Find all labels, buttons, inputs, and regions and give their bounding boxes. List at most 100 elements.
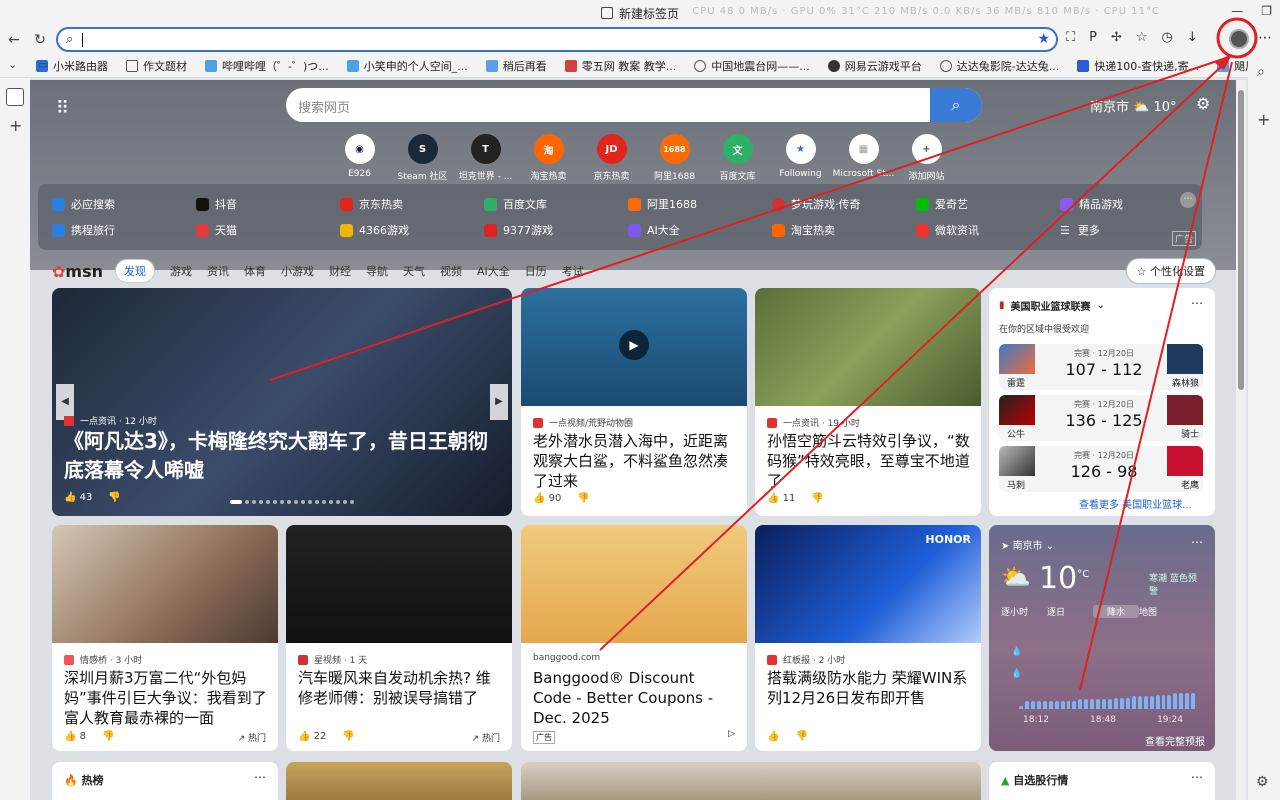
bookmark-9[interactable]: 快递100-查快递,寄... bbox=[1077, 58, 1199, 74]
link-tmall[interactable]: 天猫 bbox=[196, 222, 340, 238]
minimize-icon[interactable]: — bbox=[1231, 4, 1243, 18]
play-icon[interactable]: ▶ bbox=[619, 330, 649, 360]
link-jd[interactable]: 京东热卖 bbox=[340, 196, 484, 212]
ad-info-icon[interactable]: ▷ bbox=[728, 729, 735, 739]
quick-link-add[interactable]: + 添加网站 bbox=[895, 134, 958, 182]
like-button[interactable]: 👍 11 bbox=[767, 493, 795, 504]
refresh-icon[interactable]: ↻ bbox=[30, 30, 50, 50]
back-icon[interactable]: ← bbox=[4, 30, 24, 50]
like-button[interactable]: 👍 bbox=[767, 731, 779, 742]
quick-link-e926[interactable]: ◉ E926 bbox=[328, 134, 391, 182]
p-extension-icon[interactable]: P bbox=[1089, 30, 1097, 45]
link-ai[interactable]: AI大全 bbox=[628, 222, 772, 238]
link-9377[interactable]: 9377游戏 bbox=[484, 222, 628, 238]
quick-link-baidu-wenku[interactable]: 文百度文库 bbox=[706, 134, 769, 182]
card-title[interactable]: 孙悟空筋斗云特效引争议，“数码猴”特效亮眼，至尊宝不地道了 bbox=[767, 431, 971, 491]
tab-calendar[interactable]: 日历 bbox=[525, 263, 547, 279]
weather-more-icon[interactable]: ⋯ bbox=[1191, 535, 1203, 549]
weather-card[interactable]: ➤ 南京市 ⌄ ⋯ ⛅ 10°C 寒潮 蓝色预警 逐小时 逐日 降水 地图 💧 💧… bbox=[989, 525, 1215, 751]
tab-hourly[interactable]: 逐小时 bbox=[1001, 605, 1047, 618]
dislike-icon[interactable]: 👎 bbox=[342, 731, 354, 742]
tab-strip-icon[interactable] bbox=[6, 88, 24, 106]
new-tab-icon[interactable]: + bbox=[9, 116, 22, 135]
tab-map[interactable]: 地图 bbox=[1139, 605, 1185, 618]
tab-weather[interactable]: 天气 bbox=[403, 263, 425, 279]
nba-see-more-link[interactable]: 查看更多 美国职业篮球... bbox=[1079, 496, 1192, 511]
bookmark-4[interactable]: 稍后再看 bbox=[485, 58, 547, 74]
msn-logo[interactable]: ✿msn bbox=[52, 262, 103, 281]
game-row[interactable]: 完赛 · 12月20日 136 - 125 公牛 骑士 bbox=[999, 395, 1203, 441]
game-row[interactable]: 完赛 · 12月20日 126 - 98 马刺 老鹰 bbox=[999, 446, 1203, 492]
tab-navigation[interactable]: 导航 bbox=[366, 263, 388, 279]
quick-link-1688[interactable]: 1688 阿里1688 bbox=[643, 134, 706, 182]
nba-header[interactable]: ▮ 美国职业篮球联赛 ⌄ bbox=[999, 298, 1105, 313]
address-bar[interactable]: ⌕ ★ bbox=[56, 27, 1058, 52]
stocks-title[interactable]: ▲ 自选股行情 bbox=[1001, 772, 1068, 788]
weather-widget[interactable]: 南京市 ⛅ 10° bbox=[1090, 96, 1177, 115]
like-button[interactable]: 👍 22 bbox=[298, 731, 326, 742]
nba-more-icon[interactable]: ⋯ bbox=[1191, 296, 1203, 310]
hero-news-card[interactable]: ◀ ▶ 一点资讯 · 12 小时 《阿凡达3》，卡梅隆终究大翻车了，昔日王朝彻底… bbox=[52, 288, 512, 516]
bookmark-7[interactable]: 网易云游戏平台 bbox=[827, 58, 922, 74]
hero-title[interactable]: 《阿凡达3》，卡梅隆终究大翻车了，昔日王朝彻底落幕令人唏嘘 bbox=[64, 427, 494, 485]
news-card-honor[interactable]: HONOR 红板报 · 2 小时 搭载满级防水能力 荣耀WIN系列12月26日发… bbox=[755, 525, 981, 751]
tab-games[interactable]: 游戏 bbox=[170, 263, 192, 279]
stocks-more-icon[interactable]: ⋯ bbox=[1191, 770, 1203, 784]
news-card-car[interactable]: 星视频 · 1 天 汽车暖风来自发动机余热? 维修老师傅：别被误导搞错了 👍 2… bbox=[286, 525, 512, 751]
tab-news[interactable]: 资讯 bbox=[207, 263, 229, 279]
collections-icon[interactable]: ▭ bbox=[38, 58, 48, 71]
favorite-star-icon[interactable]: ★ bbox=[1037, 31, 1050, 47]
landscape-card[interactable] bbox=[521, 762, 981, 800]
link-1688[interactable]: 阿里1688 bbox=[628, 196, 772, 212]
quick-link-jd[interactable]: JD 京东热卖 bbox=[580, 134, 643, 182]
quick-link-following[interactable]: ★ Following bbox=[769, 134, 832, 182]
link-iqiyi[interactable]: 爱奇艺 bbox=[916, 196, 1060, 212]
like-button[interactable]: 👍 90 bbox=[533, 493, 561, 504]
dislike-icon[interactable]: 👎 bbox=[108, 492, 120, 503]
quick-link-ms-store[interactable]: ▦ Microsoft St... bbox=[832, 134, 895, 182]
ad-card-banggood[interactable]: banggood.com Banggood® Discount Code - B… bbox=[521, 525, 747, 751]
tab-ai[interactable]: AI大全 bbox=[477, 263, 510, 279]
card-title[interactable]: 汽车暖风来自发动机余热? 维修老师傅：别被误导搞错了 bbox=[298, 668, 502, 708]
carousel-pager[interactable] bbox=[230, 500, 354, 504]
bookmark-3[interactable]: 小笑申的个人空间_... bbox=[346, 58, 468, 74]
card-title[interactable]: 深圳月薪3万富二代“外包妈妈”事件引巨大争议：我看到了富人教育最赤裸的一面 bbox=[64, 668, 268, 728]
dislike-icon[interactable]: 👎 bbox=[577, 493, 589, 504]
tab-discover[interactable]: 发现 bbox=[115, 259, 155, 283]
extension-icon[interactable]: ⛶ bbox=[1066, 30, 1075, 45]
bookmark-8[interactable]: 达达兔影院-达达兔... bbox=[939, 58, 1059, 74]
link-wenku[interactable]: 百度文库 bbox=[484, 196, 628, 212]
bookmark-1[interactable]: 作文题材 bbox=[126, 58, 187, 74]
panel-options-icon[interactable]: ⋯ bbox=[1180, 192, 1196, 208]
tab-sports[interactable]: 体育 bbox=[244, 263, 266, 279]
tab-list-chevron-icon[interactable]: ⌄ bbox=[8, 58, 17, 71]
tab-daily[interactable]: 逐日 bbox=[1047, 605, 1093, 618]
history-icon[interactable]: ◷ bbox=[1162, 30, 1173, 45]
weather-location[interactable]: ➤ 南京市 ⌄ bbox=[1001, 537, 1054, 552]
more-menu-icon[interactable]: ⋯ bbox=[1258, 30, 1272, 46]
bookmark-6[interactable]: 中国地震台网——... bbox=[694, 58, 810, 74]
full-forecast-link[interactable]: 查看完整预报 bbox=[1145, 733, 1205, 748]
search-button[interactable]: ⌕ bbox=[930, 88, 982, 122]
hot-list-more-icon[interactable]: ⋯ bbox=[254, 770, 266, 784]
tab-video[interactable]: 视频 bbox=[440, 263, 462, 279]
tab-precipitation[interactable]: 降水 bbox=[1093, 605, 1139, 618]
link-taobao[interactable]: 淘宝热卖 bbox=[772, 222, 916, 238]
sidebar-add-icon[interactable]: + bbox=[1257, 110, 1270, 129]
restore-icon[interactable]: ❐ bbox=[1261, 4, 1272, 18]
web-search-box[interactable]: 搜索网页 ⌕ bbox=[286, 88, 982, 122]
quick-link-taobao[interactable]: 淘淘宝热卖 bbox=[517, 134, 580, 182]
hot-list-title[interactable]: 🔥 热榜 bbox=[64, 772, 104, 788]
news-card-mom[interactable]: 情感桥 · 3 小时 深圳月薪3万富二代“外包妈妈”事件引巨大争议：我看到了富人… bbox=[52, 525, 278, 751]
game-row[interactable]: 完赛 · 12月20日 107 - 112 雷霆 森林狼 bbox=[999, 344, 1203, 390]
link-4366[interactable]: 4366游戏 bbox=[340, 222, 484, 238]
card-title[interactable]: 老外潜水员潜入海中，近距离观察大白鲨，不料鲨鱼忽然凑了过来 bbox=[533, 431, 737, 491]
downloads-icon[interactable]: ↓ bbox=[1187, 30, 1198, 45]
quick-link-tanks[interactable]: T 坦克世界 - ... bbox=[454, 134, 517, 182]
card-title[interactable]: Banggood® Discount Code - Better Coupons… bbox=[533, 668, 737, 728]
tab-finance[interactable]: 财经 bbox=[329, 263, 351, 279]
profile-avatar[interactable] bbox=[1229, 29, 1249, 49]
bookmark-5[interactable]: 零五网 教案 教学... bbox=[564, 58, 676, 74]
news-card-shark[interactable]: ▶ 一点视频/荒野动物圈 老外潜水员潜入海中，近距离观察大白鲨，不料鲨鱼忽然凑了… bbox=[521, 288, 747, 516]
sidebar-search-icon[interactable]: ⌕ bbox=[1257, 64, 1265, 80]
